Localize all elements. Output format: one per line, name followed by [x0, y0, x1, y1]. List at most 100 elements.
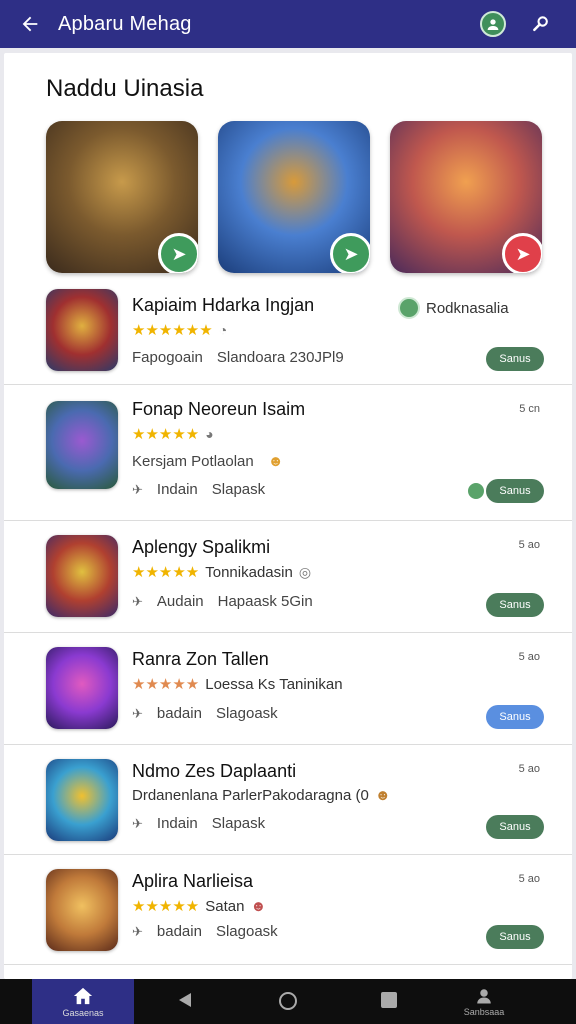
bolt-icon: ✈	[132, 923, 143, 939]
list-item[interactable]: Fonap Neoreun Isaim ★★★★★ ◕ Kersjam Potl…	[4, 385, 572, 521]
app-size-label: 5 cn	[519, 403, 540, 415]
circle-home-icon[interactable]	[278, 991, 298, 1016]
app-meta: ✈ Indain Slapask	[132, 481, 265, 498]
search-icon[interactable]	[528, 11, 554, 37]
arrow-left-icon[interactable]	[8, 2, 52, 46]
app-size: Slagoask	[215, 705, 278, 722]
app-name: Fonap Neoreun Isaim	[132, 399, 306, 419]
app-name: Ndmo Zes Daplaanti	[132, 761, 297, 781]
list-item[interactable]: Aplira Narlieisa ★★★★★ Satan ☻ ✈ badain …	[4, 855, 572, 965]
app-size: Slandoara 230JPl9	[216, 349, 344, 366]
app-size-label: 5 ao	[518, 651, 540, 663]
app-size-label: 5 ao	[518, 539, 540, 551]
app-rating: ★★★★★★ ◔	[132, 321, 227, 339]
app-category: badain	[156, 705, 202, 722]
app-rating: ★★★★★ Satan ☻	[132, 897, 267, 916]
top-app-bar: Apbaru Mehag	[0, 0, 576, 48]
rating-stars: ★★★★★	[132, 676, 200, 693]
app-icon	[46, 759, 118, 841]
app-size: Slapask	[211, 481, 266, 498]
app-meta: ✈ badain Slagoask	[132, 705, 278, 722]
install-button[interactable]: Sanus	[486, 925, 544, 949]
app-rating: ★★★★★ ◕	[132, 425, 214, 443]
bolt-icon: ✈	[132, 705, 143, 721]
featured-game-card[interactable]: ➤	[46, 121, 198, 273]
app-name: Aplengy Spalikmi	[132, 537, 271, 557]
app-category: Audain	[156, 593, 204, 610]
rating-note: Satan	[205, 897, 245, 915]
install-button[interactable]: Sanus	[486, 815, 544, 839]
list-item[interactable]: Kapiaim Hdarka Ingjan ★★★★★★ ◔ Fapogoain…	[4, 281, 572, 385]
app-size-label: 5 ao	[518, 873, 540, 885]
app-size-label: 5 ao	[518, 763, 540, 775]
rating-stars: ★★★★★	[132, 564, 200, 581]
app-size: Slapask	[211, 815, 266, 832]
app-name: Aplira Narlieisa	[132, 871, 254, 891]
bolt-icon: ✈	[132, 481, 143, 497]
rating-note: Tonnikadasin	[205, 563, 293, 581]
app-bar-title: Apbaru Mehag	[58, 12, 192, 35]
featured-carousel: ➤ ➤ ➤	[46, 121, 542, 273]
rating-stars: ★★★★★	[132, 898, 200, 915]
content-card: Naddu Uinasia ➤ ➤ ➤ Kapiaim Hdarka Ingja…	[4, 53, 572, 979]
app-icon	[46, 869, 118, 951]
app-size: Hapaask 5Gin	[217, 593, 313, 610]
app-category: badain	[156, 923, 202, 940]
check-icon[interactable]: ➤	[158, 233, 198, 273]
list-item[interactable]: Aplengy Spalikmi ★★★★★ Tonnikadasin ◎ ✈ …	[4, 521, 572, 633]
install-button[interactable]: Sanus	[486, 705, 544, 729]
section-title: Naddu Uinasia	[46, 75, 204, 102]
review-icon: ◔	[218, 322, 228, 338]
app-category: Indain	[156, 481, 198, 498]
emoji-icon: ☻	[267, 453, 284, 470]
nav-profile[interactable]: Sanbsaaa	[452, 979, 516, 1024]
app-category: Indain	[156, 815, 198, 832]
rating-note: Drdanenlana ParlerPakodaragna (0	[132, 787, 369, 804]
app-publisher: Kersjam Potlaolan	[132, 453, 254, 470]
rating-stars: ★★★★★	[132, 426, 200, 443]
rating-note: Loessa Ks Taninikan	[205, 675, 343, 693]
app-meta-line: Kersjam Potlaolan ☻	[132, 453, 284, 470]
nav-home-label: Gasaenas	[62, 1007, 104, 1018]
emoji-icon: ☻	[374, 787, 391, 804]
install-button[interactable]: Sanus	[486, 347, 544, 371]
app-list: Kapiaim Hdarka Ingjan ★★★★★★ ◔ Fapogoain…	[4, 281, 572, 965]
app-rating: ★★★★★ Loessa Ks Taninikan	[132, 675, 343, 694]
app-meta: Fapogoain Slandoara 230JPl9	[132, 349, 344, 366]
bottom-navigation: Gasaenas Sanbsaaa	[0, 979, 576, 1024]
account-icon[interactable]	[480, 11, 506, 37]
rating-stars: ★★★★★★	[132, 322, 213, 339]
installed-icon	[466, 481, 486, 501]
app-size: Slagoask	[215, 923, 278, 940]
person-icon	[477, 988, 491, 1003]
emoji-icon: ☻	[250, 897, 267, 915]
featured-game-card[interactable]: ➤	[218, 121, 370, 273]
developer-icon	[398, 297, 420, 319]
review-icon: ◎	[298, 563, 312, 580]
nav-home[interactable]: Gasaenas	[32, 979, 134, 1024]
review-icon: ◕	[205, 426, 214, 442]
app-meta: ✈ badain Slagoask	[132, 923, 278, 940]
list-item[interactable]: Ndmo Zes Daplaanti Drdanenlana ParlerPak…	[4, 745, 572, 855]
developer-name: Rodknasalia	[426, 299, 509, 317]
check-icon[interactable]: ➤	[330, 233, 370, 273]
nav-profile-label: Sanbsaaa	[463, 1006, 505, 1017]
app-name: Ranra Zon Tallen	[132, 649, 269, 669]
install-button[interactable]: Sanus	[486, 479, 544, 503]
app-icon	[46, 535, 118, 617]
app-icon	[46, 401, 118, 489]
square-recents-icon[interactable]	[380, 991, 398, 1014]
featured-game-card[interactable]: ➤	[390, 121, 542, 273]
send-icon[interactable]: ➤	[502, 233, 542, 273]
list-item[interactable]: Ranra Zon Tallen ★★★★★ Loessa Ks Taninik…	[4, 633, 572, 745]
app-icon	[46, 647, 118, 729]
app-category: Fapogoain	[132, 349, 203, 366]
app-meta: ✈ Audain Hapaask 5Gin	[132, 593, 313, 610]
app-name: Kapiaim Hdarka Ingjan	[132, 295, 315, 315]
bolt-icon: ✈	[132, 593, 143, 609]
install-button[interactable]: Sanus	[486, 593, 544, 617]
app-rating: ★★★★★ Tonnikadasin ◎	[132, 563, 312, 582]
triangle-back-icon[interactable]	[176, 991, 194, 1014]
app-icon	[46, 289, 118, 371]
home-icon	[73, 987, 93, 1004]
